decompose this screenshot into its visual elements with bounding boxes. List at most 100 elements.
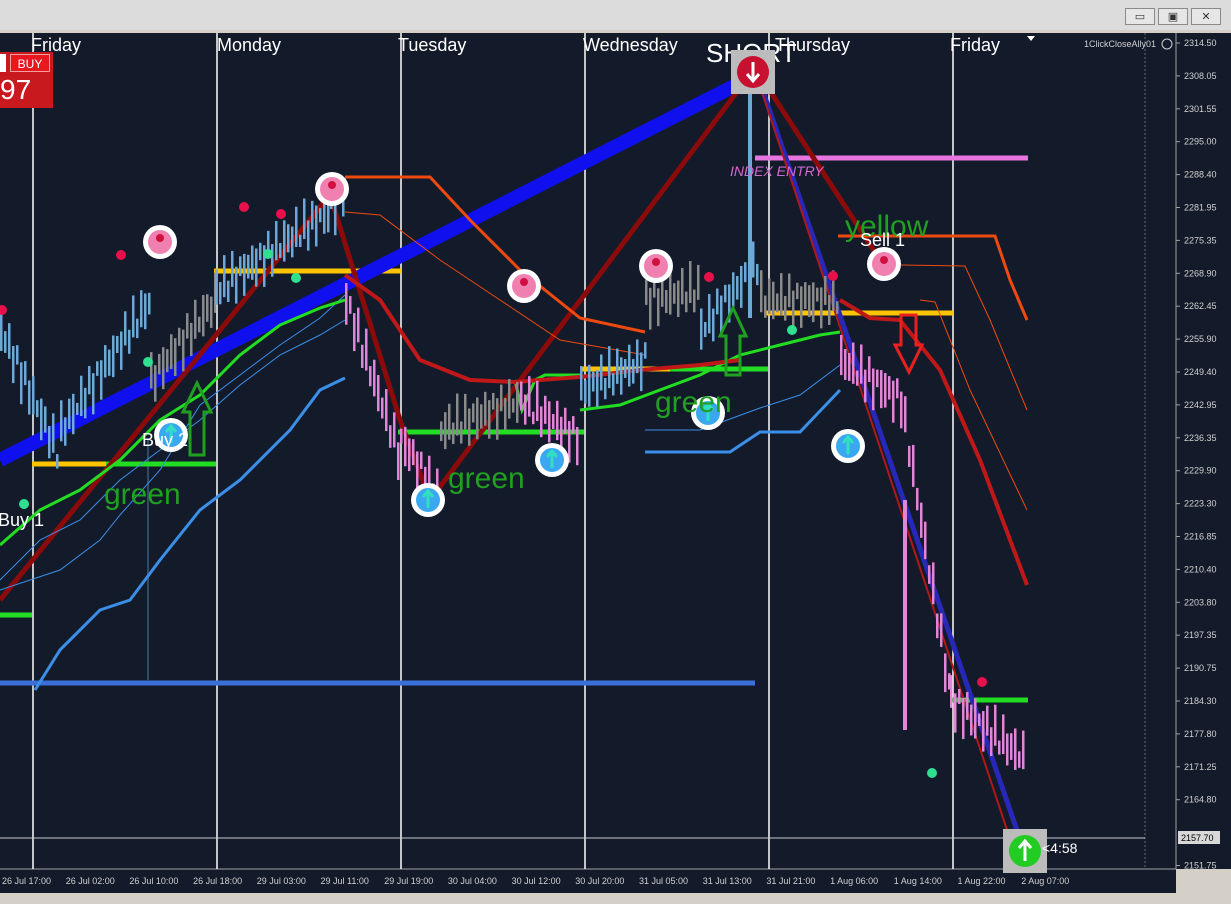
price-bar [896,378,899,399]
price-bar [116,335,119,353]
price-bar [251,245,254,280]
price-bar [12,345,15,384]
price-bar [1006,733,1009,766]
price-bar [669,272,672,315]
price-bar [764,295,767,318]
fractal-high-dot [828,271,838,281]
price-bar [632,359,635,384]
time-axis-labels: 26 Jul 17:00 26 Jul 02:00 26 Jul 10:00 26 J… [2,876,1069,886]
price-bar [940,613,943,647]
candle-countdown: <4:58 [1042,840,1078,856]
price-bar [76,402,79,415]
price-bar [970,704,973,736]
price-bar [820,287,823,329]
price-bar [158,353,161,375]
price-bar [744,262,747,283]
price-bar [72,393,75,435]
price-bar [166,349,169,373]
price-bar [556,400,559,441]
price-bar [259,242,262,261]
price-bar [544,395,547,424]
price-bar [693,289,696,313]
close-button[interactable]: ✕ [1191,8,1221,25]
price-bar [182,329,185,372]
restore-button[interactable]: ▣ [1158,8,1188,25]
price-bar [448,403,451,440]
price-tick-label: 2242.95 [1184,400,1217,410]
price-bar [60,400,63,442]
price-bar [40,398,43,441]
minimize-button[interactable]: ▭ [1125,8,1155,25]
price-bar [1018,751,1021,768]
sell1-label: Sell 1 [860,230,905,250]
price-bar [900,391,903,429]
price-bar [476,397,479,440]
price-bar [852,342,855,384]
price-bar [716,288,719,315]
price-bar [389,425,392,448]
day-label: Wednesday [583,35,678,55]
price-bar [170,334,173,370]
price-axis-area[interactable] [1176,33,1231,869]
price-bar [484,391,487,426]
price-bar [468,408,471,446]
fractal-low-dot [263,249,273,259]
current-price-value: 2157.70 [1181,833,1214,843]
price-bar [202,295,205,337]
price-bar [223,255,226,298]
indicator-label: 1ClickCloseAlly01 [1084,39,1156,49]
price-tick-label: 2308.05 [1184,71,1217,81]
price-bar [612,373,615,396]
price-bar [291,226,294,258]
price-bar [400,428,403,444]
price-bar [1002,714,1005,755]
price-bar [540,406,543,438]
green-label: green [655,386,732,419]
fractal-low-dot [291,273,301,283]
price-bar [974,698,977,739]
price-bar [816,287,819,302]
price-bar [361,344,364,368]
price-bar [369,366,372,387]
price-bar [528,376,531,417]
price-bar [4,331,7,353]
time-tick-label: 29 Jul 11:00 [321,876,369,886]
price-bar [227,280,230,303]
price-bar [848,353,851,381]
price-bar [162,347,165,390]
price-bar [492,392,495,410]
price-bar [978,713,981,727]
price-bar [307,220,310,251]
price-bar [600,354,603,391]
index-entry-label: INDEX ENTRY [730,163,825,179]
sell-button-edge[interactable] [0,54,6,72]
time-tick-label: 1 Aug 06:00 [830,876,878,886]
price-chart[interactable]: Friday Monday Tuesday Wednesday Thursday… [0,30,1231,899]
time-tick-label: 26 Jul 10:00 [129,876,178,886]
price-bar [100,360,103,400]
price-bar [68,398,71,430]
price-bar [283,220,286,262]
price-tick-label: 2281.95 [1184,203,1217,213]
price-tick-label: 2236.35 [1184,433,1217,443]
price-bar [536,380,539,422]
price-bar [190,322,193,357]
price-bar [904,396,907,433]
price-bar [880,370,883,409]
price-bar [194,299,197,339]
buy-button[interactable]: BUY [10,54,50,72]
price-bar [994,704,997,746]
price-bar [564,407,567,434]
price-tick-label: 2151.75 [1184,861,1217,871]
price-bar [708,294,711,334]
price-bar [752,241,755,278]
price-bar [420,451,423,469]
price-bar [456,393,459,436]
price-bar [36,400,39,418]
price-bar [644,342,647,359]
price-bar [295,206,298,247]
price-bar [986,705,989,736]
price-tick-label: 2210.40 [1184,564,1217,574]
price-bar [780,273,783,315]
price-bar [800,286,803,328]
